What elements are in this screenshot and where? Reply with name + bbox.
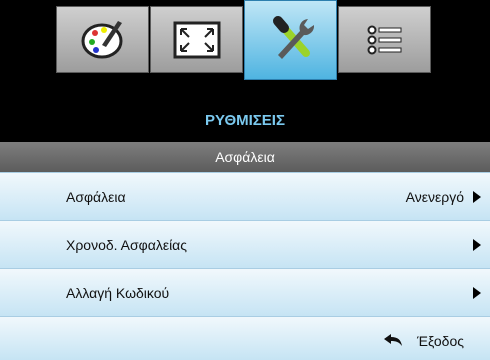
menu-item-label: Ασφάλεια xyxy=(66,189,126,205)
palette-icon xyxy=(81,20,122,58)
arrow-right-icon xyxy=(473,239,481,251)
tab-display[interactable] xyxy=(150,6,243,73)
menu-item-change-password[interactable]: Αλλαγή Κωδικού xyxy=(0,268,490,316)
menu-header: ΡΥΘΜΙΣΕΙΣ xyxy=(0,92,490,142)
tab-image-settings[interactable] xyxy=(56,6,149,73)
arrow-right-icon xyxy=(473,287,481,299)
tab-options[interactable] xyxy=(338,6,431,73)
tab-settings[interactable] xyxy=(244,0,337,80)
menu-title: ΡΥΘΜΙΣΕΙΣ xyxy=(205,112,285,129)
arrow-right-icon xyxy=(473,191,481,203)
exit-label: Έξοδος xyxy=(417,333,464,349)
menu-item-security[interactable]: Ασφάλεια Ανενεργό xyxy=(0,172,490,220)
menu-item-security-timer[interactable]: Χρονοδ. Ασφαλείας xyxy=(0,220,490,268)
menu-item-label: Αλλαγή Κωδικού xyxy=(66,285,170,301)
menu-tab-bar xyxy=(0,0,490,92)
menu-item-value: Ανενεργό xyxy=(405,189,464,205)
tools-icon xyxy=(272,16,314,59)
fullscreen-icon xyxy=(173,21,220,58)
menu-item-label: Χρονοδ. Ασφαλείας xyxy=(66,237,188,253)
back-arrow-icon xyxy=(384,334,402,346)
list-icon xyxy=(367,25,401,54)
exit-button[interactable]: Έξοδος xyxy=(0,316,490,360)
section-header: Ασφάλεια xyxy=(0,142,490,172)
